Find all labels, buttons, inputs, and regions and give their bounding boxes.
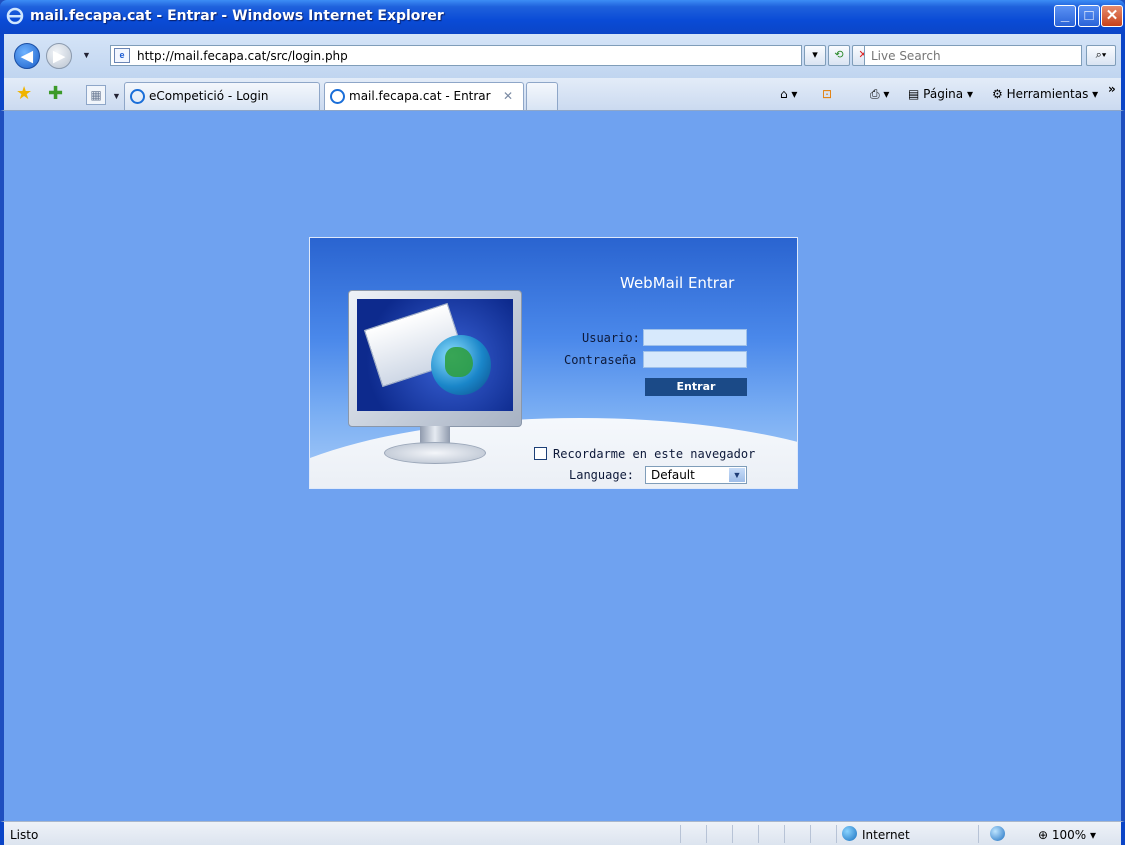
status-divider [758, 825, 759, 843]
status-divider [836, 825, 837, 843]
minimize-icon: _ [1060, 7, 1070, 24]
language-value: Default [651, 468, 695, 482]
favorites-center-icon[interactable]: ★ [16, 83, 32, 104]
navigation-bar: ◀ ▶ ▼ e http://mail.fecapa.cat/src/login… [0, 34, 1125, 78]
search-button[interactable]: ⌕▾ [1086, 45, 1116, 66]
password-field[interactable] [643, 351, 747, 368]
feeds-icon[interactable]: ⊡ [822, 87, 832, 101]
tools-menu[interactable]: ⚙ Herramientas ▾ [992, 87, 1098, 101]
history-dropdown-icon[interactable]: ▼ [82, 50, 91, 60]
back-button[interactable]: ◀ [14, 43, 40, 69]
monitor-base [384, 442, 486, 464]
status-bar: Listo Internet ⊕ 100% ▾ [0, 821, 1125, 845]
chevron-more-icon[interactable]: » [1108, 82, 1116, 96]
status-divider [680, 825, 681, 843]
internet-zone-icon [842, 826, 857, 841]
tab-label: mail.fecapa.cat - Entrar [349, 89, 491, 103]
forward-button[interactable]: ▶ [46, 43, 72, 69]
status-divider [810, 825, 811, 843]
language-select[interactable]: Default ▼ [645, 466, 747, 484]
username-label: Usuario: [582, 331, 640, 345]
page-content: WebMail Entrar Usuario: Contraseña Entra… [4, 111, 1121, 821]
monitor-illustration [348, 290, 522, 427]
login-panel: WebMail Entrar Usuario: Contraseña Entra… [309, 237, 798, 489]
address-field[interactable]: e http://mail.fecapa.cat/src/login.php [110, 45, 802, 66]
login-title: WebMail Entrar [620, 274, 735, 292]
chevron-down-icon: ▼ [729, 468, 745, 482]
tab-label: eCompetició - Login [149, 89, 269, 103]
status-text: Listo [10, 828, 39, 842]
remember-label: Recordarme en este navegador [553, 447, 756, 461]
protected-mode-icon[interactable] [990, 826, 1005, 841]
minimize-button[interactable]: _ [1054, 5, 1076, 27]
quick-tabs-button[interactable]: ▦ [86, 85, 106, 105]
close-icon: ✕ [1105, 7, 1119, 24]
search-field[interactable] [864, 45, 1082, 66]
chevron-down-icon: ▾ [812, 49, 818, 61]
search-icon: ⌕▾ [1095, 49, 1107, 61]
page-icon [330, 89, 345, 104]
status-divider [784, 825, 785, 843]
page-icon [130, 89, 145, 104]
close-tab-icon[interactable]: ✕ [503, 89, 513, 103]
tab-bar: ★ ✚ ▦ ▼ eCompetició - Login mail.fecapa.… [0, 78, 1125, 111]
status-divider [732, 825, 733, 843]
security-zone: Internet [862, 828, 910, 842]
window-title: mail.fecapa.cat - Entrar - Windows Inter… [30, 8, 444, 24]
back-arrow-icon: ◀ [21, 48, 33, 65]
refresh-button[interactable]: ⟲ [828, 45, 850, 66]
print-icon[interactable]: ⎙ ▾ [870, 87, 889, 102]
password-label: Contraseña [564, 353, 637, 367]
tools-menu-label: Herramientas [1006, 87, 1089, 101]
zoom-level[interactable]: ⊕ 100% ▾ [1038, 828, 1096, 842]
forward-arrow-icon: ▶ [53, 48, 65, 65]
language-label: Language: [569, 468, 635, 482]
address-dropdown-button[interactable]: ▾ [804, 45, 826, 66]
quick-tabs-icon: ▦ [90, 88, 102, 102]
maximize-icon: □ [1084, 7, 1094, 24]
page-icon: e [114, 48, 130, 63]
close-window-button[interactable]: ✕ [1101, 5, 1123, 27]
internet-explorer-icon [6, 7, 24, 25]
page-menu-label: Página [923, 87, 964, 101]
page-menu[interactable]: ▤ Página ▾ [908, 87, 973, 101]
maximize-button[interactable]: □ [1078, 5, 1100, 27]
gear-icon: ⚙ [992, 87, 1003, 101]
status-divider [978, 825, 979, 843]
tab-list-dropdown-icon[interactable]: ▼ [112, 91, 121, 101]
zoom-value: 100% [1051, 828, 1087, 842]
title-bar: mail.fecapa.cat - Entrar - Windows Inter… [0, 0, 1125, 34]
remember-checkbox[interactable] [534, 447, 547, 460]
new-tab-button[interactable] [526, 82, 558, 110]
home-icon[interactable]: ⌂ ▾ [780, 87, 797, 101]
tab-mail-fecapa[interactable]: mail.fecapa.cat - Entrar ✕ [324, 82, 524, 110]
login-button[interactable]: Entrar [645, 378, 747, 396]
status-divider [706, 825, 707, 843]
tab-ecompeticio[interactable]: eCompetició - Login [124, 82, 320, 110]
globe-land [445, 347, 473, 377]
search-input[interactable] [865, 46, 1081, 65]
add-favorites-icon[interactable]: ✚ [48, 83, 63, 104]
address-url[interactable]: http://mail.fecapa.cat/src/login.php [137, 49, 348, 63]
refresh-icon: ⟲ [834, 49, 844, 61]
username-field[interactable] [643, 329, 747, 346]
zoom-icon: ⊕ [1038, 828, 1049, 842]
page-menu-icon: ▤ [908, 87, 920, 101]
